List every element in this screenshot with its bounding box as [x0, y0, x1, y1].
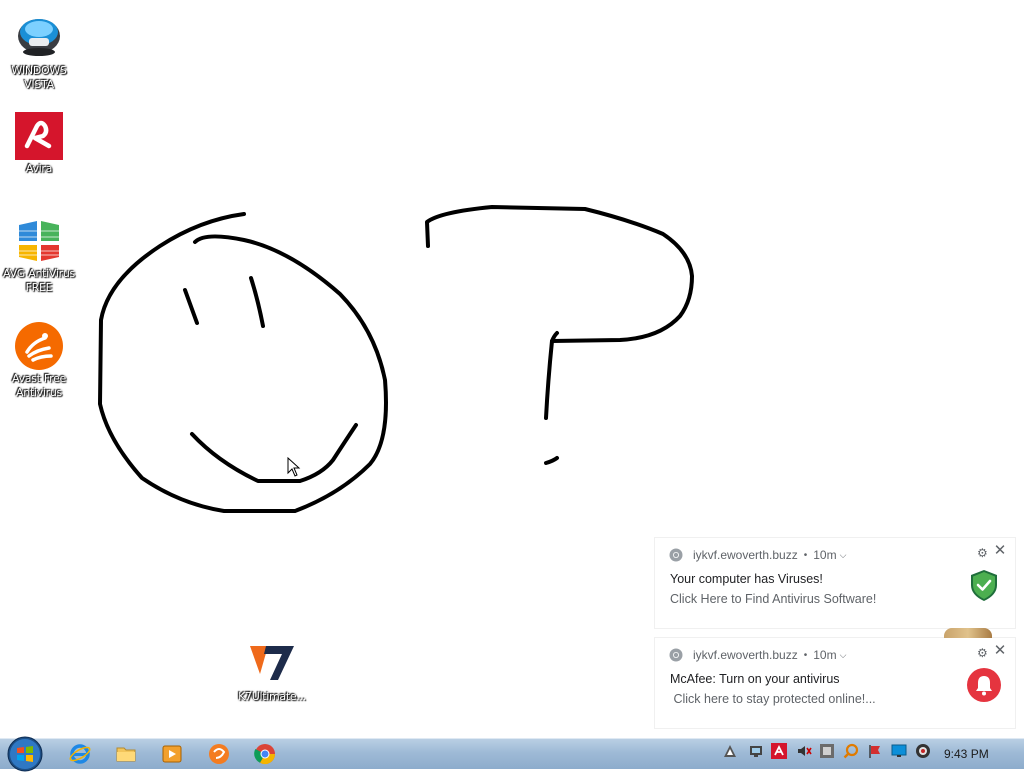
flag-tray-icon[interactable]	[867, 743, 883, 759]
volume-tray-icon[interactable]	[796, 743, 812, 759]
chevron-down-icon[interactable]: ⌵	[840, 550, 847, 561]
smiley-left-eye	[183, 288, 199, 325]
mouse-cursor-icon	[287, 457, 301, 477]
internet-explorer-icon[interactable]	[68, 742, 92, 766]
red-bell-icon	[967, 668, 1001, 702]
question-mark-curve	[425, 205, 694, 343]
close-icon[interactable]: ✕	[993, 543, 1007, 558]
notification-source: iykvf.ewoverth.buzz	[693, 648, 798, 662]
media-player-icon[interactable]	[160, 742, 184, 766]
smiley-outline	[98, 212, 388, 513]
network-tray-icon[interactable]	[748, 743, 764, 759]
desktop: WINDOWS VISTA Avira AVG AntiVirus FREE A…	[0, 0, 1024, 738]
separator-dot: •	[803, 549, 808, 561]
notification-title: Your computer has Viruses!	[670, 572, 823, 586]
avira-tray-icon[interactable]	[771, 743, 787, 759]
close-icon[interactable]: ✕	[993, 643, 1007, 658]
question-mark-dot	[544, 456, 559, 465]
avast-tray-icon[interactable]	[722, 743, 738, 759]
notification-message: Click Here to Find Antivirus Software!	[670, 592, 877, 606]
chrome-icon	[669, 548, 683, 562]
smiley-right-eye	[249, 276, 265, 328]
notification-time: 10m	[813, 648, 837, 662]
file-explorer-icon[interactable]	[114, 742, 138, 766]
notification-title: McAfee: Turn on your antivirus	[670, 672, 840, 686]
gear-icon[interactable]: ⚙	[977, 647, 989, 659]
antivirus-tray-icon[interactable]	[819, 743, 835, 759]
search-tray-icon[interactable]	[843, 743, 859, 759]
start-button[interactable]	[6, 735, 44, 773]
smiley-mouth	[190, 423, 358, 483]
chevron-down-icon[interactable]: ⌵	[840, 650, 847, 661]
question-mark-stem	[544, 339, 554, 420]
chrome-icon	[669, 648, 683, 662]
notification-time: 10m	[813, 548, 837, 562]
taskbar: 9:43 PM	[0, 736, 1024, 772]
webcam-tray-icon[interactable]	[915, 743, 931, 759]
taskbar-clock[interactable]: 9:43 PM	[944, 747, 989, 761]
uc-browser-icon[interactable]	[207, 742, 231, 766]
notification-header: iykvf.ewoverth.buzz • 10m ⌵	[669, 647, 846, 663]
notification-source: iykvf.ewoverth.buzz	[693, 548, 798, 562]
green-shield-icon	[971, 570, 997, 601]
notification-viruses[interactable]: iykvf.ewoverth.buzz • 10m ⌵ ⚙ ✕ Your com…	[655, 538, 1015, 628]
separator-dot: •	[803, 649, 808, 661]
notification-header: iykvf.ewoverth.buzz • 10m ⌵	[669, 547, 846, 563]
notification-message: Click here to stay protected online!...	[670, 692, 876, 706]
display-tray-icon[interactable]	[891, 743, 907, 759]
notification-image-peek	[944, 628, 992, 638]
notification-mcafee[interactable]: iykvf.ewoverth.buzz • 10m ⌵ ⚙ ✕ McAfee: …	[655, 638, 1015, 728]
chrome-icon[interactable]	[253, 742, 277, 766]
gear-icon[interactable]: ⚙	[977, 547, 989, 559]
